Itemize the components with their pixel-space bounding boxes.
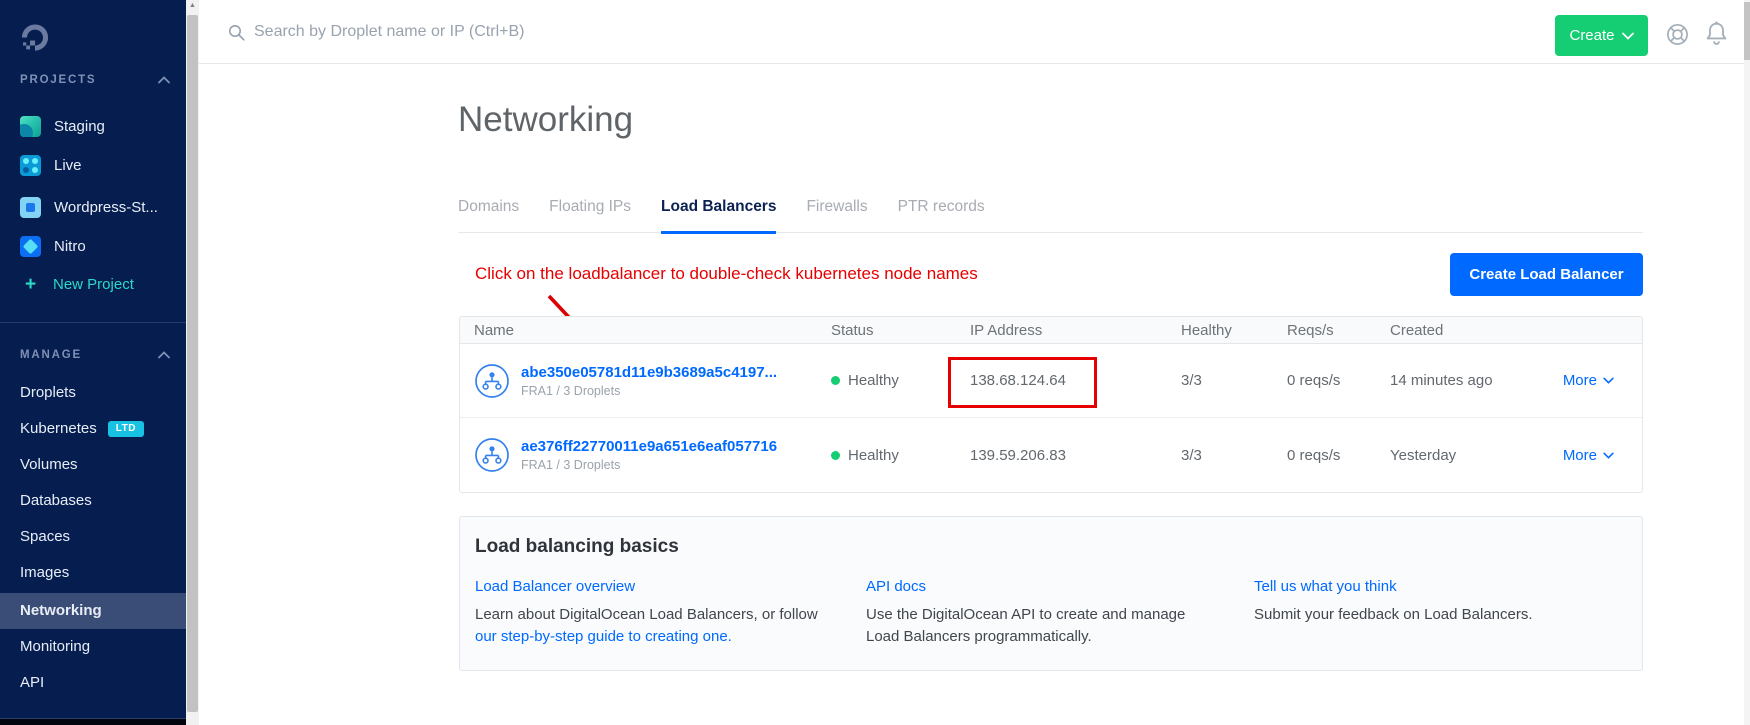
tab-domains[interactable]: Domains <box>458 198 519 232</box>
chevron-up-icon <box>158 76 170 84</box>
ltd-badge: LTD <box>108 421 144 437</box>
sidebar-item-kubernetes[interactable]: Kubernetes LTD <box>0 411 186 447</box>
sidebar: PROJECTS Staging Live Wordpress-St... Ni… <box>0 0 186 725</box>
tab-bar: Domains Floating IPs Load Balancers Fire… <box>458 198 1643 233</box>
page-title: Networking <box>458 100 633 140</box>
tab-floating-ips[interactable]: Floating IPs <box>549 198 631 232</box>
scroll-up-arrow-icon[interactable]: ▲ <box>186 2 199 9</box>
scrollbar-thumb[interactable] <box>187 15 198 712</box>
chevron-down-icon <box>1622 32 1634 40</box>
basics-column-api: API docs Use the DigitalOcean API to cre… <box>866 578 1254 648</box>
chevron-down-icon <box>1603 377 1614 384</box>
status-text: Healthy <box>848 447 899 464</box>
reqs-per-sec: 0 reqs/s <box>1287 447 1390 464</box>
sidebar-bottom-strip <box>0 719 186 725</box>
project-label: Live <box>54 157 82 174</box>
basics-column-overview: Load Balancer overview Learn about Digit… <box>475 578 866 648</box>
new-project-button[interactable]: + New Project <box>20 270 134 298</box>
more-button[interactable]: More <box>1541 372 1642 389</box>
load-balancing-basics-panel: Load balancing basics Load Balancer over… <box>459 516 1643 671</box>
project-icon-nitro <box>20 236 41 257</box>
topbar: Create <box>199 0 1750 64</box>
scrollbar-thumb[interactable] <box>1744 2 1750 60</box>
sidebar-project-staging[interactable]: Staging <box>20 112 105 140</box>
main-content: Create Networking Domains Floating IPs L… <box>199 0 1750 725</box>
sidebar-item-databases[interactable]: Databases <box>0 483 186 519</box>
project-label: Nitro <box>54 238 86 255</box>
table-row[interactable]: ae376ff22770011e9a651e6eaf057716 FRA1 / … <box>460 418 1642 492</box>
search-icon <box>228 24 245 41</box>
created-at: Yesterday <box>1390 447 1541 464</box>
healthy-count: 3/3 <box>1181 447 1287 464</box>
lb-name-link[interactable]: ae376ff22770011e9a651e6eaf057716 <box>521 438 777 455</box>
col-header-status: Status <box>831 322 970 339</box>
project-label: Staging <box>54 118 105 135</box>
col-header-ip: IP Address <box>970 322 1181 339</box>
step-by-step-guide-link[interactable]: our step-by-step guide to creating one. <box>475 626 830 648</box>
col-header-created: Created <box>1390 322 1541 339</box>
sidebar-project-wordpress[interactable]: Wordpress-St... <box>20 193 158 221</box>
create-button[interactable]: Create <box>1555 15 1648 56</box>
tab-firewalls[interactable]: Firewalls <box>806 198 867 232</box>
table-header-row: Name Status IP Address Healthy Reqs/s Cr… <box>460 317 1642 344</box>
status-dot <box>831 451 840 460</box>
plus-icon: + <box>20 275 41 294</box>
healthy-count: 3/3 <box>1181 372 1287 389</box>
lb-meta: FRA1 / 3 Droplets <box>521 384 777 398</box>
col-header-reqs: Reqs/s <box>1287 322 1390 339</box>
help-icon[interactable] <box>1665 22 1690 52</box>
lb-meta: FRA1 / 3 Droplets <box>521 458 777 472</box>
manage-section-header[interactable]: MANAGE <box>20 349 170 361</box>
feedback-link[interactable]: Tell us what you think <box>1254 578 1397 595</box>
api-docs-link[interactable]: API docs <box>866 578 926 595</box>
created-at: 14 minutes ago <box>1390 372 1541 389</box>
basics-title: Load balancing basics <box>475 536 679 558</box>
load-balancer-icon <box>474 363 510 399</box>
sidebar-item-api[interactable]: API <box>0 665 186 701</box>
projects-section-header[interactable]: PROJECTS <box>20 74 170 86</box>
annotation-text: Click on the loadbalancer to double-chec… <box>475 264 978 284</box>
tab-ptr-records[interactable]: PTR records <box>898 198 985 232</box>
sidebar-item-monitoring[interactable]: Monitoring <box>0 629 186 665</box>
sidebar-item-droplets[interactable]: Droplets <box>0 375 186 411</box>
status-dot <box>831 376 840 385</box>
chevron-down-icon <box>1603 452 1614 459</box>
sidebar-project-nitro[interactable]: Nitro <box>20 232 86 260</box>
load-balancer-icon <box>474 437 510 473</box>
search-input[interactable] <box>254 23 684 41</box>
reqs-per-sec: 0 reqs/s <box>1287 372 1390 389</box>
project-icon-wordpress <box>20 197 41 218</box>
ip-address: 139.59.206.83 <box>970 447 1181 464</box>
page-scrollbar[interactable] <box>1744 0 1750 725</box>
sidebar-item-volumes[interactable]: Volumes <box>0 447 186 483</box>
project-icon-staging <box>20 116 41 137</box>
basics-text: Use the DigitalOcean API to create and m… <box>866 604 1221 648</box>
basics-text: Learn about DigitalOcean Load Balancers,… <box>475 606 818 623</box>
projects-section-label: PROJECTS <box>20 74 96 86</box>
project-label: Wordpress-St... <box>54 199 158 216</box>
bell-icon[interactable] <box>1704 20 1729 52</box>
tab-load-balancers[interactable]: Load Balancers <box>661 198 776 232</box>
sidebar-item-spaces[interactable]: Spaces <box>0 519 186 555</box>
sidebar-project-live[interactable]: Live <box>20 151 82 179</box>
chevron-up-icon <box>158 351 170 359</box>
create-load-balancer-button[interactable]: Create Load Balancer <box>1450 253 1643 296</box>
sidebar-scrollbar[interactable]: ▲ <box>186 0 199 725</box>
sidebar-divider <box>0 322 186 323</box>
project-icon-live <box>20 155 41 176</box>
more-button[interactable]: More <box>1541 447 1642 464</box>
col-header-name: Name <box>460 322 831 339</box>
annotation-highlight-box <box>948 357 1097 408</box>
status-text: Healthy <box>848 372 899 389</box>
new-project-label: New Project <box>53 276 134 293</box>
sidebar-item-networking[interactable]: Networking <box>0 593 186 629</box>
lb-overview-link[interactable]: Load Balancer overview <box>475 578 635 595</box>
basics-column-feedback: Tell us what you think Submit your feedb… <box>1254 578 1533 648</box>
lb-name-link[interactable]: abe350e05781d11e9b3689a5c4197... <box>521 364 777 381</box>
digitalocean-logo[interactable] <box>19 21 51 53</box>
col-header-healthy: Healthy <box>1181 322 1287 339</box>
manage-section-label: MANAGE <box>20 349 82 361</box>
basics-text: Submit your feedback on Load Balancers. <box>1254 604 1533 626</box>
sidebar-item-images[interactable]: Images <box>0 555 186 591</box>
